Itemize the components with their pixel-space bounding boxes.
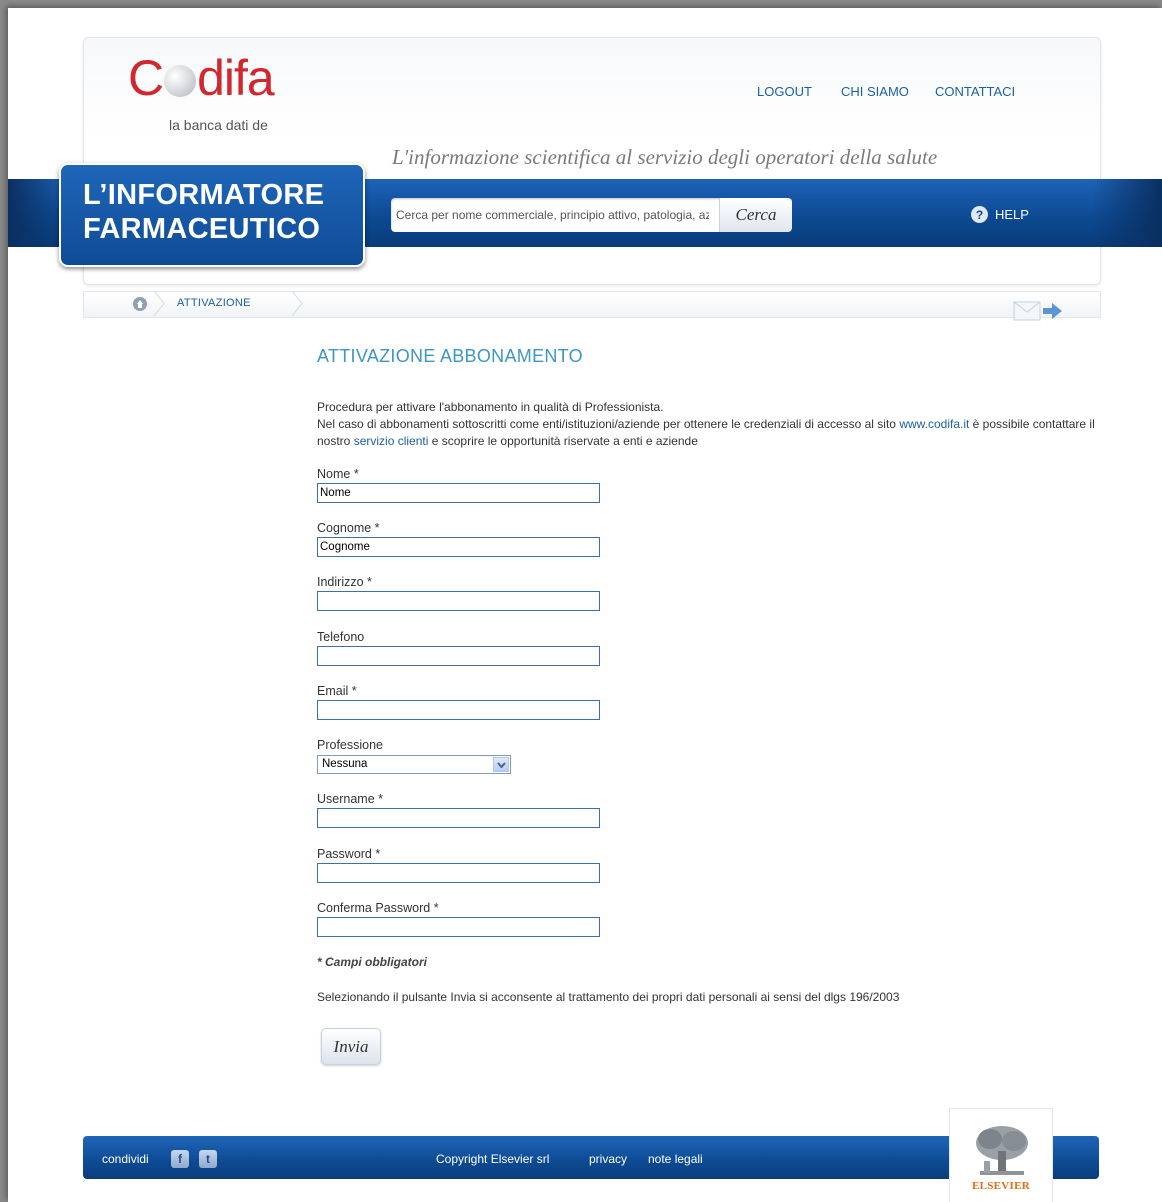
email-label: Email *	[317, 684, 357, 698]
intro-line-2: Nel caso di abbonamenti sottoscritti com…	[317, 416, 1107, 450]
site-link[interactable]: www.codifa.it	[899, 417, 969, 431]
nav-logout[interactable]: LOGOUT	[757, 84, 812, 99]
privacy-link[interactable]: privacy	[589, 1152, 627, 1166]
username-label: Username *	[317, 792, 383, 806]
pill-icon	[164, 65, 197, 97]
privacy-consent-text: Selezionando il pulsante Invia si accons…	[317, 990, 900, 1004]
informatore-logo[interactable]: L’INFORMATORE FARMACEUTICO	[59, 163, 365, 267]
facebook-icon[interactable]: f	[171, 1150, 189, 1168]
password-label: Password *	[317, 847, 381, 861]
customer-service-link[interactable]: servizio clienti	[354, 434, 429, 448]
copyright-text: Copyright Elsevier srl	[436, 1152, 550, 1166]
submit-button[interactable]: Invia	[321, 1028, 381, 1065]
elsevier-wordmark: ELSEVIER	[971, 1180, 1031, 1192]
required-fields-note: * Campi obbligatori	[317, 955, 428, 969]
username-field[interactable]	[317, 808, 600, 828]
brand-line-1: L’INFORMATORE	[83, 179, 325, 211]
question-icon: ?	[971, 206, 988, 223]
indirizzo-label: Indirizzo *	[317, 575, 372, 589]
logo-text-c: C	[128, 50, 164, 106]
professione-select[interactable]: Nessuna	[317, 755, 511, 774]
share-mail-icon[interactable]	[1012, 299, 1064, 323]
telefono-field[interactable]	[317, 646, 600, 666]
email-field[interactable]	[317, 700, 600, 720]
cognome-field[interactable]	[317, 537, 600, 557]
twitter-icon[interactable]: t	[199, 1150, 217, 1168]
conferma-password-label: Conferma Password *	[317, 901, 439, 915]
elsevier-tree-icon	[976, 1126, 1028, 1175]
elsevier-logo[interactable]: ELSEVIER	[949, 1108, 1053, 1202]
chevron-down-icon[interactable]	[493, 757, 509, 772]
codifa-logo[interactable]: Cdifa	[128, 50, 275, 106]
search-input[interactable]	[391, 198, 709, 232]
breadcrumb-end-icon	[291, 291, 303, 316]
professione-label: Professione	[317, 738, 384, 752]
page-title: ATTIVAZIONE ABBONAMENTO	[317, 346, 583, 366]
band-fade-right	[1092, 179, 1162, 247]
intro-text: Procedura per attivare l'abbonamento in …	[317, 399, 1107, 450]
logo-text-difa: difa	[197, 50, 275, 106]
help-link[interactable]: ? HELP	[971, 206, 1029, 223]
nav-contattaci[interactable]: CONTATTACI	[935, 84, 1015, 99]
intro-text-a: Nel caso di abbonamenti sottoscritti com…	[317, 417, 900, 431]
logo-tagline: la banca dati de	[169, 117, 268, 133]
brand-line-2: FARMACEUTICO	[83, 213, 321, 245]
conferma-password-field[interactable]	[317, 917, 600, 937]
breadcrumb-current: ATTIVAZIONE	[177, 297, 251, 309]
professione-selected: Nessuna	[322, 758, 368, 770]
nome-field[interactable]	[317, 483, 600, 503]
intro-line-1: Procedura per attivare l'abbonamento in …	[317, 400, 664, 414]
cognome-label: Cognome *	[317, 521, 380, 535]
nome-label: Nome *	[317, 467, 359, 481]
breadcrumb-separator-icon	[153, 291, 165, 316]
home-icon[interactable]	[133, 297, 147, 311]
password-field[interactable]	[317, 863, 600, 883]
nav-chi-siamo[interactable]: CHI SIAMO	[841, 84, 909, 99]
share-label: condividi	[102, 1152, 149, 1166]
help-label: HELP	[995, 207, 1029, 222]
intro-text-c: e scoprire le opportunità riservate a en…	[428, 434, 698, 448]
search-button[interactable]: Cerca	[719, 198, 792, 232]
indirizzo-field[interactable]	[317, 591, 600, 611]
slogan: L'informazione scientifica al servizio d…	[392, 145, 938, 169]
telefono-label: Telefono	[317, 630, 365, 644]
legal-notes-link[interactable]: note legali	[648, 1152, 703, 1166]
